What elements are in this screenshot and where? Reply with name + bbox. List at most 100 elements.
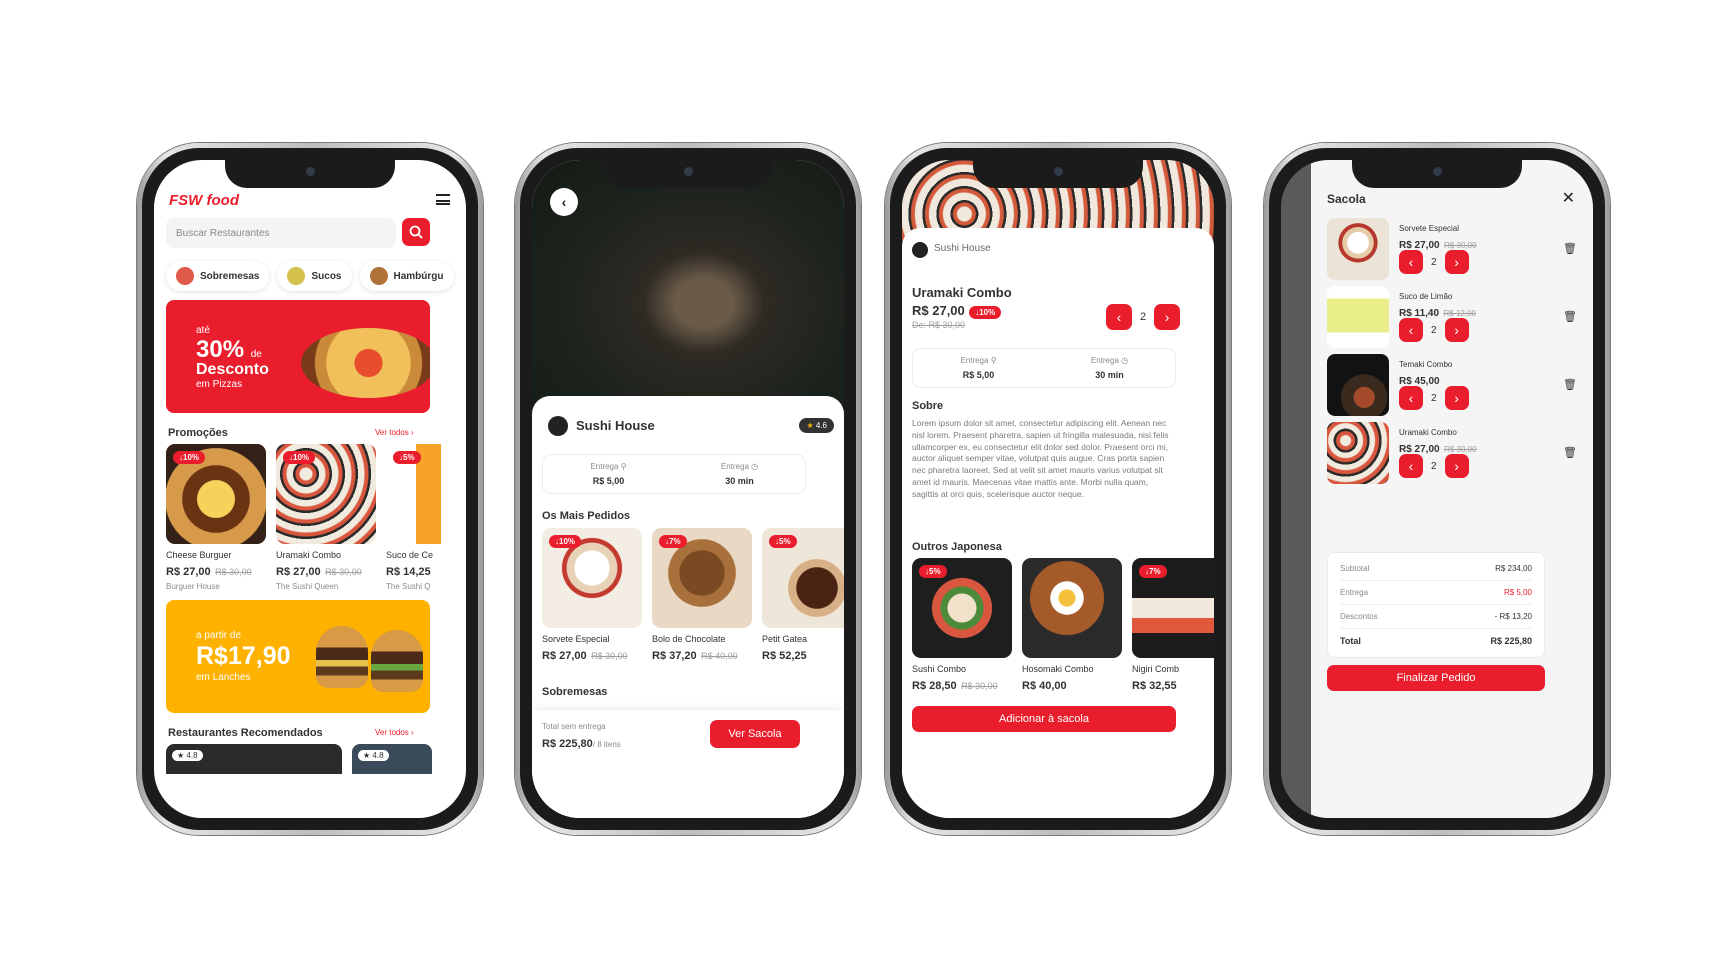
discount-badge: ↓7% — [1139, 565, 1167, 578]
product-screen: Sushi House Uramaki Combo R$ 27,00 ↓10% … — [902, 160, 1214, 818]
product-card[interactable]: ↓7% Nigiri Comb R$ 32,55 — [1132, 558, 1214, 694]
product-card[interactable]: ↓5% Suco de Ce R$ 14,25 The Sushi Q — [386, 444, 466, 591]
time-label: Entrega — [1090, 356, 1119, 365]
phone-notch — [1352, 160, 1522, 188]
bike-icon: ⚲ — [990, 356, 997, 365]
time-value: 30 min — [1095, 370, 1124, 380]
summary-row-delivery: Entrega R$ 5,00 — [1340, 581, 1532, 605]
juice-icon — [287, 267, 306, 285]
promo-banner-pizza[interactable]: até 30% de Desconto em Pizzas — [166, 300, 430, 413]
product-image: ↓10% — [276, 444, 376, 544]
decrease-button[interactable]: ‹ — [1399, 250, 1423, 274]
product-name: Suco de Ce — [386, 550, 434, 560]
bag-item-image — [1327, 422, 1389, 484]
background-overlay[interactable] — [1281, 160, 1311, 818]
decrease-button[interactable]: ‹ — [1399, 386, 1423, 410]
increase-button[interactable]: › — [1444, 250, 1469, 274]
quantity-stepper: ‹ 2 › — [1399, 250, 1469, 274]
product-old-price: R$ 30,00 — [325, 567, 362, 577]
see-all-label: Ver todos — [375, 728, 409, 737]
total-value: R$ 225,80 — [542, 738, 593, 750]
decrease-button[interactable]: ‹ — [1399, 318, 1423, 342]
product-name: Uramaki Combo — [912, 285, 1012, 300]
product-name: Sorvete Especial — [542, 634, 610, 644]
section-title-others: Outros Japonesa — [912, 541, 1002, 553]
restaurant-card[interactable]: ★ 4.8 — [166, 744, 342, 774]
summary-label: Total — [1340, 636, 1361, 646]
summary-value: R$ 5,00 — [1503, 588, 1532, 597]
summary-label: Entrega — [1340, 588, 1369, 597]
rating-value: 4.6 — [815, 421, 827, 430]
decrease-button[interactable]: ‹ — [1106, 304, 1132, 330]
bag-item: Temaki Combo R$ 45,00 ‹ 2 › 🗑 — [1327, 354, 1577, 416]
increase-button[interactable]: › — [1154, 304, 1181, 330]
phone-notch — [225, 160, 395, 188]
banner-pre: a partir de — [196, 630, 242, 641]
category-sucos[interactable]: Sucos — [277, 261, 352, 291]
category-label: Hambúrgu — [393, 270, 444, 282]
product-old-price: De: R$ 30,00 — [912, 320, 966, 330]
product-card[interactable]: ↓10% Cheese Burguer R$ 27,00 R$ 30,00 Bu… — [166, 444, 266, 591]
category-label: Sucos — [311, 270, 342, 282]
discount-value: 7% — [1149, 567, 1161, 576]
trash-icon[interactable]: 🗑 — [1563, 446, 1577, 459]
rating-badge: ★ 4.8 — [358, 750, 389, 761]
product-card[interactable]: ↓10% Uramaki Combo R$ 27,00 R$ 30,00 The… — [276, 444, 376, 591]
product-image: ↓10% — [542, 528, 642, 628]
close-icon[interactable]: ✕ — [1562, 188, 1575, 208]
trash-icon[interactable]: 🗑 — [1563, 378, 1577, 391]
delivery-time: Entrega ◷ 30 min — [674, 455, 805, 493]
time-value: 30 min — [725, 476, 754, 486]
bag-item-old-price: R$ 30,00 — [1444, 445, 1477, 454]
product-name: Sushi Combo — [912, 664, 967, 674]
product-image: ↓10% — [166, 444, 266, 544]
banner-de: de — [250, 349, 262, 360]
delivery-fee: Entrega ⚲ R$ 5,00 — [543, 455, 674, 493]
increase-button[interactable]: › — [1444, 386, 1469, 410]
section-title-most-ordered: Os Mais Pedidos — [542, 510, 631, 522]
back-button[interactable]: ‹ — [550, 188, 578, 216]
increase-button[interactable]: › — [1444, 318, 1469, 342]
trash-icon[interactable]: 🗑 — [1563, 242, 1577, 255]
product-card[interactable]: Hosomaki Combo R$ 40,00 — [1022, 558, 1122, 694]
search-button[interactable] — [402, 218, 430, 246]
restaurant-card[interactable]: ★ 4.8 — [352, 744, 432, 774]
product-card[interactable]: ↓7% Bolo de Chocolate R$ 37,20 R$ 40,00 — [652, 528, 752, 664]
view-bag-button[interactable]: Ver Sacola — [710, 720, 800, 748]
see-all-link[interactable]: Ver todos › — [375, 728, 414, 737]
product-card[interactable]: ↓5% Petit Gatea R$ 52,25 — [762, 528, 844, 664]
product-card[interactable]: ↓5% Sushi Combo R$ 28,50 R$ 30,00 — [912, 558, 1012, 694]
section-title-about: Sobre — [912, 400, 944, 412]
bag-item: Suco de Limão R$ 11,40 R$ 12,00 ‹ 2 › 🗑 — [1327, 286, 1577, 348]
restaurant-screen: ‹ Sushi House ★ 4.6 Entrega ⚲ R$ 5,00 Ent… — [532, 160, 844, 818]
restaurant-name: Sushi House — [934, 243, 991, 254]
rating-badge: ★ 4.8 — [172, 750, 203, 761]
discount-value: 5% — [403, 453, 415, 462]
search-input[interactable]: Buscar Restaurantes — [166, 218, 396, 248]
delivery-info: Entrega ⚲ R$ 5,00 Entrega ◷ 30 min — [542, 454, 806, 494]
see-all-link[interactable]: Ver todos › — [375, 428, 414, 437]
category-sobremesas[interactable]: Sobremesas — [166, 261, 270, 291]
increase-button[interactable]: › — [1444, 454, 1469, 478]
add-to-bag-button[interactable]: Adicionar à sacola — [912, 706, 1176, 732]
summary-value: R$ 234,00 — [1495, 564, 1532, 573]
product-list: ↓5% Sushi Combo R$ 28,50 R$ 30,00 Hosoma… — [912, 558, 1214, 694]
category-hamburguer[interactable]: Hambúrgu — [359, 261, 454, 291]
item-count: / 8 itens — [592, 740, 621, 749]
product-card[interactable]: ↓10% Sorvete Especial R$ 27,00 R$ 30,00 — [542, 528, 642, 664]
promo-banner-burger[interactable]: a partir de R$17,90 em Lanches — [166, 600, 430, 713]
finish-order-button[interactable]: Finalizar Pedido — [1327, 665, 1545, 691]
menu-icon[interactable] — [436, 194, 450, 205]
chevron-left-icon: ‹ — [1116, 309, 1122, 325]
decrease-button[interactable]: ‹ — [1399, 454, 1423, 478]
summary-label: Subtotal — [1340, 564, 1370, 573]
discount-badge: ↓7% — [659, 535, 687, 548]
total-label: Total sem entrega — [542, 722, 606, 731]
home-screen: FSW food Buscar Restaurantes Sobremesas … — [154, 160, 466, 818]
bag-item-image — [1327, 354, 1389, 416]
trash-icon[interactable]: 🗑 — [1563, 310, 1577, 323]
bag-title: Sacola — [1327, 192, 1366, 206]
pizza-image — [301, 328, 430, 398]
product-price: R$ 27,00 — [542, 650, 587, 662]
bag-item: Uramaki Combo R$ 27,00 R$ 30,00 ‹ 2 › 🗑 — [1327, 422, 1577, 484]
